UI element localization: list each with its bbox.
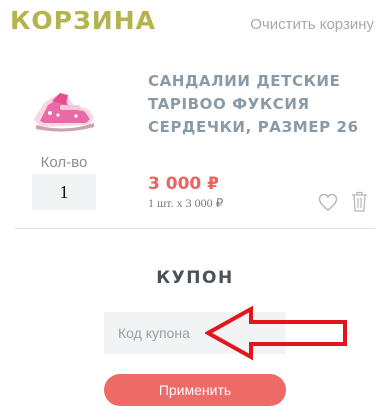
product-image[interactable]	[30, 75, 100, 135]
quantity-field[interactable]	[32, 174, 96, 210]
product-name[interactable]: САНДАЛИИ ДЕТСКИЕ TAPIBOO ФУКСИЯ СЕРДЕЧКИ…	[148, 70, 373, 139]
coupon-input[interactable]	[104, 312, 286, 354]
clear-cart-link[interactable]: Очистить корзину	[250, 16, 374, 33]
coupon-heading: КУПОН	[156, 268, 234, 288]
quantity-label: Кол-во	[40, 154, 88, 171]
apply-coupon-button[interactable]: Применить	[104, 374, 286, 406]
trash-icon[interactable]	[351, 191, 368, 212]
page-title: КОРЗИНА	[10, 6, 156, 35]
item-price: 3 000 ₽	[148, 174, 219, 194]
divider	[15, 228, 375, 229]
item-price-detail: 1 шт. x 3 000 ₽	[148, 196, 224, 210]
heart-icon[interactable]	[318, 193, 338, 212]
